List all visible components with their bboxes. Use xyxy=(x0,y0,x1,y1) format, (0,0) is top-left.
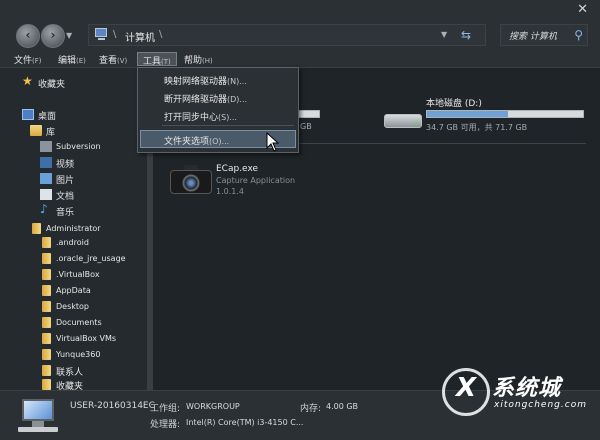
back-arrow-icon: ‹ xyxy=(25,28,31,42)
user-folder-icon xyxy=(32,223,41,234)
mouse-cursor-icon xyxy=(266,132,280,152)
favorites-folder-icon xyxy=(42,379,51,390)
address-dropdown-icon[interactable]: ▼ xyxy=(441,30,447,39)
library-folder-icon xyxy=(30,125,42,136)
menu-map-network-drive[interactable]: 映射网络驱动器(N)... xyxy=(164,74,247,87)
app-name[interactable]: ECap.exe xyxy=(216,164,258,174)
document-icon xyxy=(40,189,52,200)
search-placeholder[interactable]: 搜索 计算机 xyxy=(509,29,557,42)
forward-arrow-icon: › xyxy=(50,28,56,42)
search-box[interactable]: 搜索 计算机 ⚲ xyxy=(500,24,588,46)
breadcrumb-computer[interactable]: 计算机 xyxy=(125,29,155,44)
menu-help[interactable]: 帮助(H) xyxy=(184,53,213,66)
folder-icon xyxy=(42,333,51,344)
music-icon: ♪ xyxy=(40,202,48,216)
watermark-domain: xitongcheng.com xyxy=(494,400,587,410)
star-icon: ★ xyxy=(22,74,33,88)
folder-icon xyxy=(42,237,51,248)
workgroup-value: WORKGROUP xyxy=(186,402,240,411)
forward-button[interactable]: › xyxy=(41,24,65,48)
navigation-pane: ★ 收藏夹 桌面 库 Subversion 视频 图片 文档 ♪ 音乐 Admi… xyxy=(0,68,147,390)
search-icon[interactable]: ⚲ xyxy=(574,28,583,42)
address-bar[interactable]: \ 计算机 \ ▼ ⇆ xyxy=(88,24,486,46)
explorer-window: ✕ ‹ › ▼ \ 计算机 \ ▼ ⇆ 搜索 计算机 ⚲ 文件(F) 编辑(E)… xyxy=(0,0,600,440)
computer-icon xyxy=(93,28,109,41)
refresh-icon[interactable]: ⇆ xyxy=(461,28,471,42)
folder-icon xyxy=(42,269,51,280)
menu-bar: 文件(F) 编辑(E) 查看(V) 工具(T) 帮助(H) xyxy=(0,50,600,68)
picture-icon xyxy=(40,173,52,184)
drive-d-free-space: 34.7 GB 可用，共 71.7 GB xyxy=(426,123,528,132)
computer-icon xyxy=(18,399,58,433)
app-version: 1.0.1.4 xyxy=(216,187,244,196)
watermark-brand: 系统城 xyxy=(492,376,562,401)
memory-value: 4.00 GB xyxy=(326,402,359,411)
drive-c-free-fragment: GB xyxy=(300,122,312,131)
folder-icon xyxy=(42,301,51,312)
drive-d-label[interactable]: 本地磁盘 (D:) xyxy=(426,96,482,109)
drive-d-usage-bar xyxy=(426,110,584,118)
close-icon[interactable]: ✕ xyxy=(577,2,588,17)
desktop-icon xyxy=(22,109,34,120)
menu-disconnect-network-drive[interactable]: 断开网络驱动器(D)... xyxy=(164,92,247,105)
watermark-logo: X 系统城 xitongcheng.com xyxy=(442,362,592,428)
hard-drive-icon[interactable] xyxy=(384,108,422,130)
menu-view[interactable]: 查看(V) xyxy=(99,53,127,66)
title-bar: ✕ ‹ › ▼ \ 计算机 \ ▼ ⇆ 搜索 计算机 ⚲ xyxy=(0,0,600,50)
menu-folder-options[interactable]: 文件夹选项(O)... xyxy=(164,134,229,147)
menu-separator xyxy=(162,125,294,126)
recent-pages-dropdown-icon[interactable]: ▼ xyxy=(66,31,72,40)
menu-file[interactable]: 文件(F) xyxy=(14,53,42,66)
folder-icon xyxy=(42,317,51,328)
menu-tools[interactable]: 工具(T) xyxy=(137,52,177,67)
folder-icon xyxy=(42,285,51,296)
app-description: Capture Application xyxy=(216,176,296,185)
memory-label: 内存: xyxy=(300,404,322,414)
back-button[interactable]: ‹ xyxy=(16,24,40,48)
breadcrumb-separator-icon[interactable]: \ xyxy=(159,29,162,40)
watermark-x-icon: X xyxy=(456,373,477,403)
camera-app-icon[interactable] xyxy=(170,164,212,196)
drive-d-usage-fill xyxy=(427,111,509,117)
subversion-icon xyxy=(40,141,52,152)
video-icon xyxy=(40,157,52,168)
breadcrumb-separator-icon: \ xyxy=(113,29,117,40)
folder-icon xyxy=(42,349,51,360)
menu-open-sync-center[interactable]: 打开同步中心(S)... xyxy=(164,110,237,123)
drive-c-usage-bar xyxy=(298,110,320,118)
computer-name: USER-20160314EC xyxy=(70,401,155,411)
folder-icon xyxy=(42,253,51,264)
processor-label: 处理器: xyxy=(150,420,181,430)
contacts-folder-icon xyxy=(42,365,51,376)
group-divider xyxy=(298,143,586,144)
workgroup-label: 工作组: xyxy=(150,404,181,414)
menu-edit[interactable]: 编辑(E) xyxy=(58,53,86,66)
processor-value: Intel(R) Core(TM) i3-4150 C... xyxy=(186,418,304,427)
